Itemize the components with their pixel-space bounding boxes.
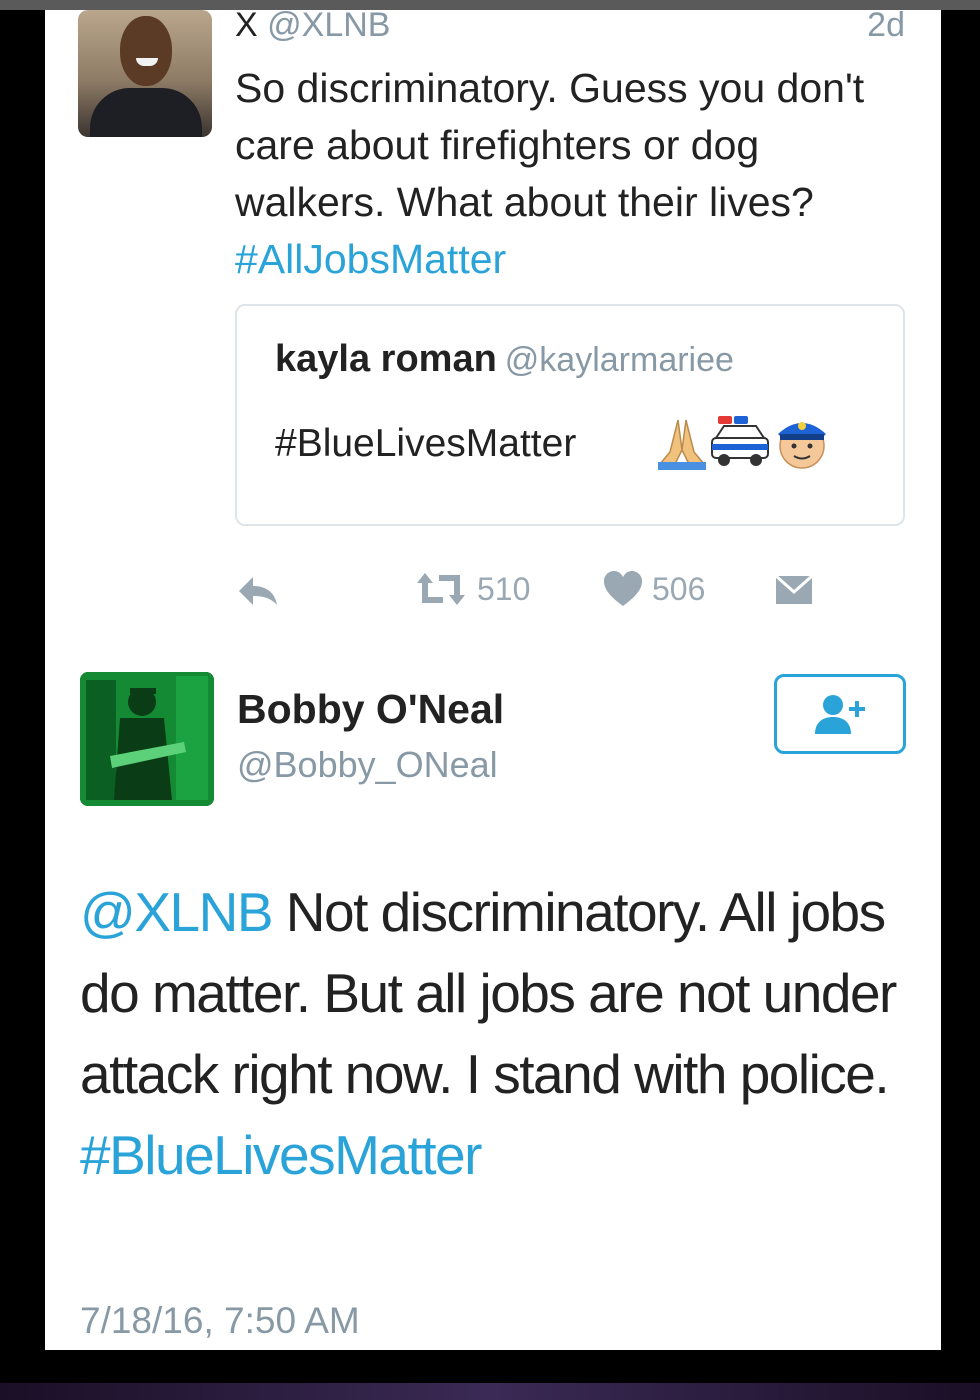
quoted-handle: @kaylarmariee: [504, 341, 734, 379]
heart-icon: [604, 571, 642, 606]
first-tweet-body: So discriminatory. Guess you don't care …: [235, 65, 865, 225]
first-tweet-actions: 510 506: [45, 565, 941, 615]
tweet-screenshot-card: X @XLNB 2d So discriminatory. Guess you …: [45, 10, 941, 1350]
police-officer-icon: [778, 422, 826, 469]
second-tweet-display-name[interactable]: Bobby O'Neal: [237, 686, 504, 733]
second-tweet-hashtag[interactable]: #BlueLivesMatter: [80, 1124, 482, 1186]
quoted-display-name: kayla roman: [275, 338, 497, 380]
xlnb-avatar[interactable]: [78, 10, 212, 137]
retweet-icon: [417, 573, 465, 605]
first-tweet-handle[interactable]: @XLNB: [267, 10, 390, 44]
folded-hands-icon: [658, 419, 706, 470]
quoted-emojis: [658, 416, 826, 470]
like-button[interactable]: 506: [602, 569, 705, 609]
bobby-oneal-avatar[interactable]: [80, 672, 214, 806]
first-tweet-text: So discriminatory. Guess you don't care …: [235, 60, 915, 288]
follow-user-icon: [815, 695, 865, 734]
top-bezel: [0, 0, 980, 10]
second-tweet-text: @XLNB Not discriminatory. All jobs do ma…: [80, 872, 900, 1196]
like-count: 506: [652, 570, 706, 607]
first-tweet-user[interactable]: X @XLNB: [235, 10, 390, 45]
reply-mention[interactable]: @XLNB: [80, 881, 274, 943]
first-tweet-display-name[interactable]: X: [235, 10, 258, 44]
first-tweet-hashtag[interactable]: #AllJobsMatter: [235, 236, 506, 282]
reply-icon[interactable]: [235, 573, 281, 609]
quoted-tweet[interactable]: kayla roman @kaylarmariee #BlueLivesMatte…: [235, 304, 905, 526]
second-tweet-handle[interactable]: @Bobby_ONeal: [237, 744, 498, 786]
retweet-button[interactable]: 510: [413, 569, 530, 609]
police-car-icon: [711, 416, 769, 466]
quoted-text: #BlueLivesMatter: [275, 422, 577, 465]
bottom-bezel: [0, 1383, 980, 1400]
direct-message-icon[interactable]: [773, 573, 815, 607]
second-tweet-timestamp[interactable]: 7/18/16, 7:50 AM: [80, 1300, 360, 1342]
first-tweet-time[interactable]: 2d: [867, 10, 905, 45]
retweet-count: 510: [477, 570, 531, 607]
follow-button[interactable]: [774, 674, 906, 754]
